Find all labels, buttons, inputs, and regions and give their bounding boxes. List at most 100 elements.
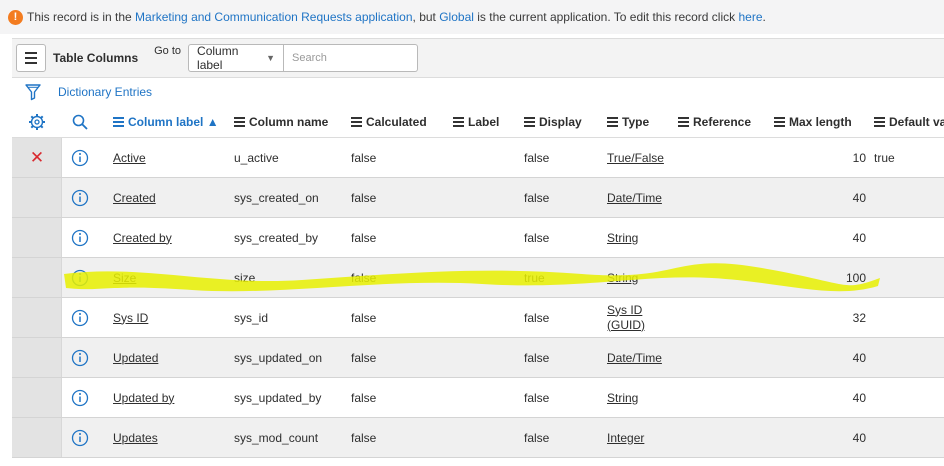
column-header-text: Display bbox=[539, 114, 582, 129]
column-header-type[interactable]: Type bbox=[607, 106, 649, 137]
display-cell: false bbox=[524, 190, 550, 205]
type-link[interactable]: String bbox=[607, 271, 638, 285]
column-label-cell[interactable]: Updated by bbox=[113, 378, 174, 417]
display-cell: true bbox=[524, 270, 545, 285]
type-cell[interactable]: Sys ID (GUID) bbox=[607, 298, 647, 337]
sort-ascending-icon: ▲ bbox=[206, 114, 219, 129]
column-menu-icon[interactable] bbox=[607, 116, 618, 127]
type-cell[interactable]: Date/Time bbox=[607, 338, 662, 377]
type-cell[interactable]: Integer bbox=[607, 418, 644, 457]
type-link[interactable]: Sys ID (GUID) bbox=[607, 303, 645, 333]
column-label-link[interactable]: Size bbox=[113, 271, 136, 285]
info-icon[interactable] bbox=[70, 258, 90, 297]
max-length-cell: 10 bbox=[852, 150, 866, 165]
type-cell[interactable]: True/False bbox=[607, 138, 664, 177]
type-cell[interactable]: String bbox=[607, 218, 638, 257]
type-link[interactable]: True/False bbox=[607, 151, 664, 165]
display-cell: false bbox=[524, 430, 550, 445]
type-link[interactable]: Integer bbox=[607, 431, 644, 445]
type-cell[interactable]: Date/Time bbox=[607, 178, 662, 217]
gear-icon[interactable] bbox=[12, 106, 62, 137]
type-cell[interactable]: String bbox=[607, 258, 638, 297]
here-link[interactable]: here bbox=[738, 10, 762, 24]
notice-text: This record is in the Marketing and Comm… bbox=[27, 10, 766, 24]
column-label-cell[interactable]: Created by bbox=[113, 218, 172, 257]
column-label-cell[interactable]: Active bbox=[113, 138, 146, 177]
info-icon[interactable] bbox=[70, 138, 90, 177]
column-menu-icon[interactable] bbox=[678, 116, 689, 127]
column-header-text: Type bbox=[622, 114, 650, 129]
column-header-text: Calculated bbox=[366, 114, 427, 129]
goto-field-select[interactable]: Column label ▼ bbox=[188, 44, 285, 72]
table-row: Size size false true String 100 bbox=[12, 258, 944, 298]
column-name-cell: sys_created_by bbox=[234, 230, 319, 245]
info-icon[interactable] bbox=[70, 338, 90, 377]
column-header-text: Default val bbox=[889, 114, 944, 129]
list-header: Column label ▲ Column name Calculated La… bbox=[12, 106, 944, 138]
column-menu-icon[interactable] bbox=[234, 116, 245, 127]
column-menu-icon[interactable] bbox=[453, 116, 464, 127]
column-menu-icon[interactable] bbox=[113, 116, 124, 127]
column-menu-icon[interactable] bbox=[774, 116, 785, 127]
column-label-cell[interactable]: Updates bbox=[113, 418, 158, 457]
column-menu-icon[interactable] bbox=[351, 116, 362, 127]
column-label-link[interactable]: Active bbox=[113, 151, 146, 165]
delete-icon[interactable]: ✕ bbox=[30, 148, 44, 168]
scope-link[interactable]: Global bbox=[439, 10, 474, 24]
info-icon[interactable] bbox=[70, 178, 90, 217]
type-link[interactable]: String bbox=[607, 231, 638, 245]
display-cell: false bbox=[524, 150, 550, 165]
info-icon[interactable] bbox=[70, 418, 90, 457]
list-title: Table Columns bbox=[53, 51, 139, 65]
hamburger-icon[interactable] bbox=[16, 44, 46, 72]
search-icon[interactable] bbox=[70, 106, 90, 137]
funnel-icon[interactable] bbox=[24, 83, 42, 101]
column-name-cell: u_active bbox=[234, 150, 279, 165]
info-icon[interactable] bbox=[70, 298, 90, 337]
column-header-text: Column label bbox=[128, 114, 204, 129]
table-row: Sys ID sys_id false false Sys ID (GUID) 3… bbox=[12, 298, 944, 338]
column-label-link[interactable]: Updated bbox=[113, 351, 158, 365]
column-label-link[interactable]: Updated by bbox=[113, 391, 174, 405]
delete-cell bbox=[12, 338, 62, 377]
column-label-cell[interactable]: Created bbox=[113, 178, 156, 217]
column-name-cell: sys_updated_by bbox=[234, 390, 322, 405]
column-header-text: Reference bbox=[693, 114, 752, 129]
column-header-calculated[interactable]: Calculated bbox=[351, 106, 427, 137]
column-label-link[interactable]: Created by bbox=[113, 231, 172, 245]
column-label-link[interactable]: Updates bbox=[113, 431, 158, 445]
delete-cell[interactable]: ✕ bbox=[12, 138, 62, 177]
column-name-cell: sys_mod_count bbox=[234, 430, 319, 445]
type-cell[interactable]: String bbox=[607, 378, 638, 417]
column-label-link[interactable]: Sys ID bbox=[113, 311, 148, 325]
max-length-cell: 40 bbox=[852, 430, 866, 445]
column-header-column-label[interactable]: Column label ▲ bbox=[113, 106, 219, 137]
type-link[interactable]: Date/Time bbox=[607, 191, 662, 205]
info-icon[interactable] bbox=[70, 378, 90, 417]
column-header-reference[interactable]: Reference bbox=[678, 106, 751, 137]
calculated-cell: false bbox=[351, 230, 377, 245]
info-icon[interactable] bbox=[70, 218, 90, 257]
column-header-text: Label bbox=[468, 114, 500, 129]
column-menu-icon[interactable] bbox=[874, 116, 885, 127]
column-header-default-value[interactable]: Default val bbox=[874, 106, 944, 137]
column-label-cell[interactable]: Updated bbox=[113, 338, 158, 377]
column-menu-icon[interactable] bbox=[524, 116, 535, 127]
type-link[interactable]: Date/Time bbox=[607, 351, 662, 365]
notice-end: . bbox=[762, 10, 766, 24]
column-header-max-length[interactable]: Max length bbox=[774, 106, 852, 137]
column-label-cell[interactable]: Size bbox=[113, 258, 136, 297]
dictionary-entries-link[interactable]: Dictionary Entries bbox=[58, 85, 152, 99]
chevron-down-icon: ▼ bbox=[266, 53, 276, 63]
application-link[interactable]: Marketing and Communication Requests app… bbox=[135, 10, 412, 24]
column-label-cell[interactable]: Sys ID bbox=[113, 298, 148, 337]
type-link[interactable]: String bbox=[607, 391, 638, 405]
column-header-column-name[interactable]: Column name bbox=[234, 106, 328, 137]
column-header-label[interactable]: Label bbox=[453, 106, 499, 137]
column-label-link[interactable]: Created bbox=[113, 191, 156, 205]
calculated-cell: false bbox=[351, 270, 377, 285]
max-length-cell: 32 bbox=[852, 310, 866, 325]
calculated-cell: false bbox=[351, 150, 377, 165]
column-header-display[interactable]: Display bbox=[524, 106, 582, 137]
search-input[interactable] bbox=[284, 44, 419, 72]
